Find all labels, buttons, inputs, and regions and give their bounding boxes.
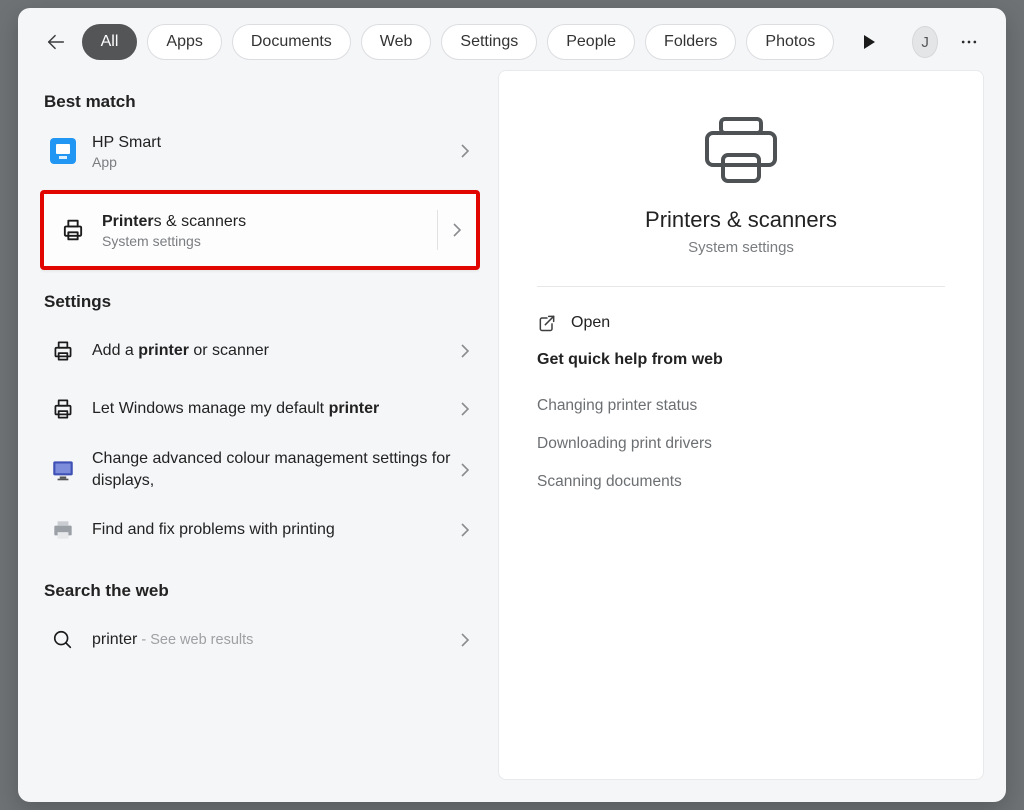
help-link-1[interactable]: Downloading print drivers [537,425,945,463]
tab-all[interactable]: All [82,24,138,60]
tab-documents[interactable]: Documents [232,24,351,60]
more-tabs-indicator[interactable] [854,23,884,61]
chevron-right-icon [460,401,470,417]
result-title: Change advanced colour management settin… [92,448,452,491]
result-printers-scanners-highlight: Printers & scanners System settings [40,190,480,270]
preview-pane: Printers & scanners System settings Open… [498,70,984,780]
result-subtitle: App [92,154,452,170]
chevron-right-icon [460,632,470,648]
hp-smart-icon [48,136,78,166]
section-title-best-match: Best match [44,92,480,112]
chevron-right-icon [460,143,470,159]
tab-people[interactable]: People [547,24,635,60]
troubleshoot-printer-icon [48,515,78,545]
more-options-button[interactable] [954,23,984,61]
help-link-0[interactable]: Changing printer status [537,387,945,425]
printer-icon [58,215,88,245]
result-hp-smart[interactable]: HP Smart App [40,122,480,180]
help-links: Changing printer statusDownloading print… [537,387,945,501]
avatar-letter: J [921,34,929,51]
help-link-2[interactable]: Scanning documents [537,463,945,501]
printer-icon [48,394,78,424]
settings-results: Add a printer or scanner Let Windows man… [40,322,480,559]
play-icon [862,34,876,50]
result-title: Printers & scanners [102,211,431,233]
chevron-right-icon [460,462,470,478]
tab-photos[interactable]: Photos [746,24,834,60]
tab-settings[interactable]: Settings [441,24,537,60]
result-title: Let Windows manage my default printer [92,398,452,420]
search-icon [48,625,78,655]
open-label: Open [571,314,610,332]
divider [537,286,945,287]
web-query: printer [92,629,137,651]
chevron-right-icon [452,222,462,238]
results-pane: Best match HP Smart App [40,70,480,780]
monitor-icon [48,455,78,485]
settings-result-3[interactable]: Find and fix problems with printing [40,501,480,559]
result-title: Find and fix problems with printing [92,519,452,541]
preview-subtitle: System settings [537,239,945,256]
tab-web[interactable]: Web [361,24,432,60]
web-suffix: - See web results [141,632,253,648]
user-avatar[interactable]: J [912,26,938,58]
tab-folders[interactable]: Folders [645,24,736,60]
result-title: HP Smart [92,132,452,154]
section-title-settings: Settings [44,292,480,312]
settings-result-1[interactable]: Let Windows manage my default printer [40,380,480,438]
settings-result-2[interactable]: Change advanced colour management settin… [40,438,480,501]
tab-apps[interactable]: Apps [147,24,221,60]
printer-icon [48,336,78,366]
section-title-web: Search the web [44,581,480,601]
web-result[interactable]: printer - See web results [40,611,480,669]
result-title: Add a printer or scanner [92,340,452,362]
ellipsis-icon [959,32,979,52]
topbar: AllApps Documents WebSettings People Folders… [18,8,1006,70]
settings-result-0[interactable]: Add a printer or scanner [40,322,480,380]
chevron-right-icon [460,343,470,359]
open-action[interactable]: Open [537,309,945,351]
result-printers-scanners[interactable]: Printers & scanners System settings [44,194,476,266]
chevron-right-icon [460,522,470,538]
result-subtitle: System settings [102,233,431,249]
back-button[interactable] [40,22,72,62]
help-title: Get quick help from web [537,351,945,369]
preview-title: Printers & scanners [537,207,945,233]
preview-printer-icon [699,113,783,189]
search-window: AllAppsDocumentsWebSettingsPeopleFolders… [18,8,1006,802]
content: Best match HP Smart App [18,70,1006,802]
divider [437,210,438,250]
tabs: AllApps Documents WebSettings People Folders… [82,24,835,60]
arrow-left-icon [45,31,67,53]
open-external-icon [537,313,557,333]
